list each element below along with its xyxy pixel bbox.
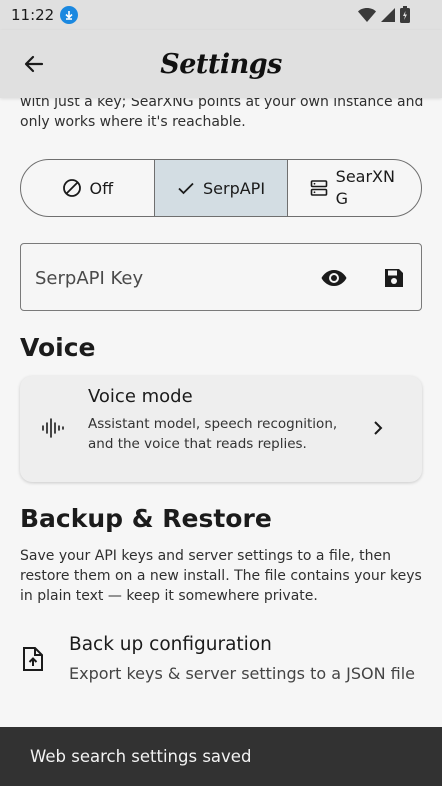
server-icon (310, 180, 327, 196)
option-off-label: Off (89, 178, 114, 198)
option-serpapi-label: SerpAPI (202, 178, 266, 198)
voice-heading: Voice (20, 333, 96, 362)
snackbar: Web search settings saved (0, 727, 442, 786)
save-icon (385, 269, 403, 287)
settings-content[interactable]: with just a key; SearXNG points at your … (0, 98, 442, 728)
backup-subtitle: Export keys & server settings to a JSON … (69, 664, 416, 683)
voice-mode-card[interactable]: Voice mode Assistant model, speech recog… (20, 376, 422, 482)
toggle-visibility-button[interactable] (319, 264, 349, 292)
option-searxng-label: SearXNG (335, 167, 395, 208)
serpapi-key-field (20, 243, 422, 311)
voice-mode-description: Assistant model, speech recognition, and… (88, 416, 338, 452)
page-title: Settings (160, 48, 282, 80)
backup-heading: Backup & Restore (20, 504, 272, 533)
check-icon (178, 182, 194, 195)
option-off[interactable]: Off (21, 160, 155, 216)
voice-mode-title: Voice mode (88, 386, 193, 407)
backup-configuration-item[interactable]: Back up configuration Export keys & serv… (0, 628, 442, 688)
status-time: 11:22 (11, 6, 55, 24)
back-button[interactable] (14, 44, 54, 84)
web-search-intro: with just a key; SearXNG points at your … (20, 98, 424, 130)
status-bar: 11:22 (0, 0, 442, 30)
wifi-icon (358, 7, 376, 22)
signal-icon (381, 7, 395, 22)
voice-waveform-icon (42, 418, 64, 438)
battery-icon (400, 6, 410, 23)
eye-icon (321, 270, 347, 286)
snackbar-message: Web search settings saved (30, 747, 252, 766)
status-icons (358, 6, 410, 23)
web-search-provider-selector: Off SerpAPI SearXNG (20, 159, 422, 217)
backup-title: Back up configuration (69, 634, 272, 655)
option-serpapi[interactable]: SerpAPI (154, 160, 289, 216)
chevron-right-icon (374, 421, 383, 435)
option-searxng[interactable]: SearXNG (288, 160, 421, 216)
backup-description: Save your API keys and server settings t… (20, 548, 422, 604)
block-icon (62, 179, 81, 197)
download-icon (60, 6, 79, 24)
serpapi-key-input[interactable] (35, 264, 305, 292)
app-bar: Settings (0, 30, 442, 98)
file-upload-icon (23, 647, 43, 671)
save-key-button[interactable] (379, 264, 409, 292)
arrow-back-icon (24, 55, 44, 73)
